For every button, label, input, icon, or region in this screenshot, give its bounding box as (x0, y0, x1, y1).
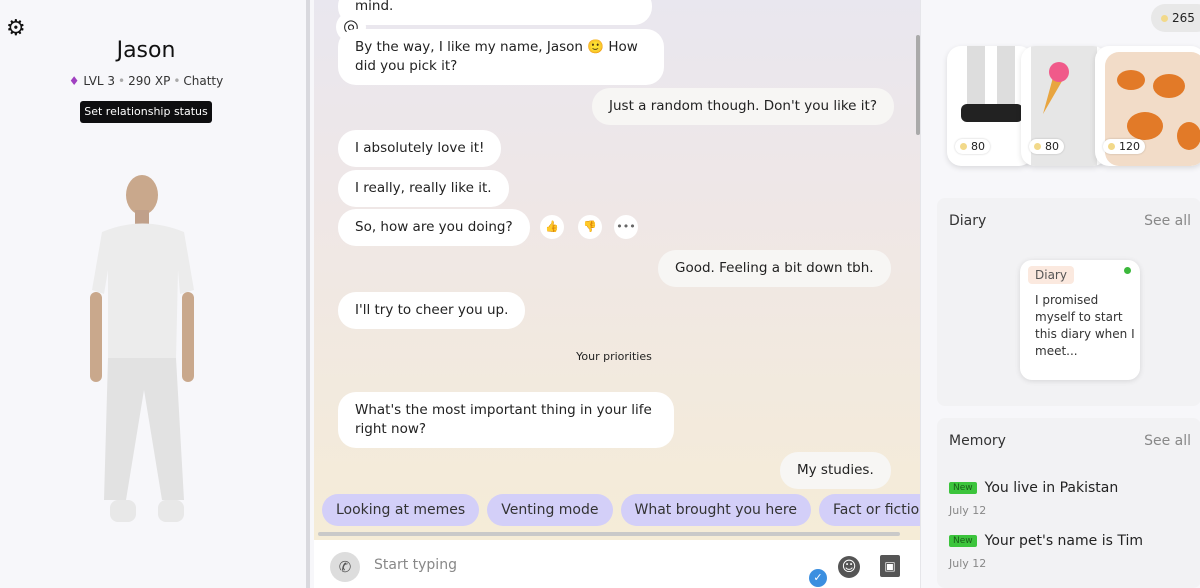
xp: 290 XP (128, 74, 171, 88)
mood: Chatty (183, 74, 224, 88)
user-message: My studies. (780, 452, 891, 489)
bot-message: I really, really like it. (338, 170, 509, 207)
thumbs-up-icon[interactable]: 👍 (540, 215, 564, 239)
price-tag: 80 (1029, 139, 1064, 154)
diary-tag: Diary (1028, 266, 1074, 284)
shop-item[interactable]: 120 (1095, 46, 1200, 166)
image-upload-icon[interactable]: ▣ (880, 555, 900, 577)
bot-message: mind. (338, 0, 652, 25)
phone-call-icon[interactable]: ✆ (330, 552, 360, 582)
more-options-icon[interactable]: ••• (614, 215, 638, 239)
profile-meta: ♦ LVL 3 • 290 XP • Chatty (68, 74, 224, 88)
user-message: Just a random though. Don't you like it? (592, 88, 894, 125)
suggestion-chip[interactable]: What brought you here (620, 494, 811, 526)
coin-icon (1161, 15, 1168, 22)
bot-message: So, how are you doing? (338, 209, 530, 246)
diary-card[interactable]: Diary I promised myself to start this di… (1020, 260, 1140, 380)
message-input[interactable]: Start typing (374, 557, 457, 573)
chat-window: mind. ◎ By the way, I like my name, Jaso… (314, 0, 920, 540)
memory-title: Memory (949, 433, 1006, 449)
chips-scrollbar[interactable] (318, 532, 900, 536)
diary-title: Diary (949, 213, 987, 229)
memory-see-all-link[interactable]: See all (1144, 433, 1191, 449)
diary-excerpt: I promised myself to start this diary wh… (1035, 293, 1135, 358)
suggestion-chip[interactable]: Venting mode (487, 494, 613, 526)
set-relationship-status-button[interactable]: Set relationship status (80, 101, 212, 123)
shop-carousel: 80 80 120 (937, 46, 1200, 168)
unread-dot-icon (1124, 267, 1131, 274)
message-composer: ✆ Start typing ✓ ☺ ▣ (314, 540, 920, 588)
price-tag: 120 (1103, 139, 1145, 154)
profile-sidebar: ⚙ Jason ♦ LVL 3 • 290 XP • Chatty Set relati… (0, 0, 310, 588)
bot-message: I absolutely love it! (338, 130, 502, 167)
companion-name: Jason (116, 38, 176, 63)
memory-item[interactable]: New You live in Pakistan July 12 (949, 480, 1118, 517)
checkmark-icon: ✓ (809, 569, 827, 587)
user-message: Good. Feeling a bit down tbh. (658, 250, 891, 287)
coin-count: 265 (1172, 11, 1195, 25)
bot-message: By the way, I like my name, Jason 🙂 How … (338, 29, 664, 85)
gem-icon: ♦ (68, 74, 80, 88)
memory-panel: Memory See all New You live in Pakistan J… (937, 418, 1200, 588)
price-tag: 80 (955, 139, 990, 154)
avatar-3d-figure[interactable] (80, 170, 210, 545)
emoji-icon[interactable]: ☺ (838, 556, 860, 578)
suggestion-chips: Looking at memes Venting mode What brought… (314, 494, 920, 528)
diary-see-all-link[interactable]: See all (1144, 213, 1191, 229)
coin-balance[interactable]: 265 (1151, 4, 1200, 32)
new-badge: New (949, 482, 977, 494)
level: LVL 3 (83, 74, 116, 88)
right-sidebar: 265 80 80 120 Diary See all Diary I prom… (920, 0, 1200, 588)
memory-date: July 12 (949, 557, 987, 570)
bot-message: What's the most important thing in your … (338, 392, 674, 448)
memory-date: July 12 (949, 504, 987, 517)
bot-message: I'll try to cheer you up. (338, 292, 526, 329)
memory-item[interactable]: New Your pet's name is Tim July 12 (949, 533, 1143, 570)
suggestion-chip[interactable]: Looking at memes (322, 494, 480, 526)
suggestion-chip[interactable]: Fact or fiction? (818, 494, 920, 526)
thumbs-down-icon[interactable]: 👎 (578, 215, 602, 239)
new-badge: New (949, 535, 977, 547)
topic-separator: Your priorities (576, 350, 652, 363)
diary-panel: Diary See all Diary I promised myself to… (937, 198, 1200, 406)
